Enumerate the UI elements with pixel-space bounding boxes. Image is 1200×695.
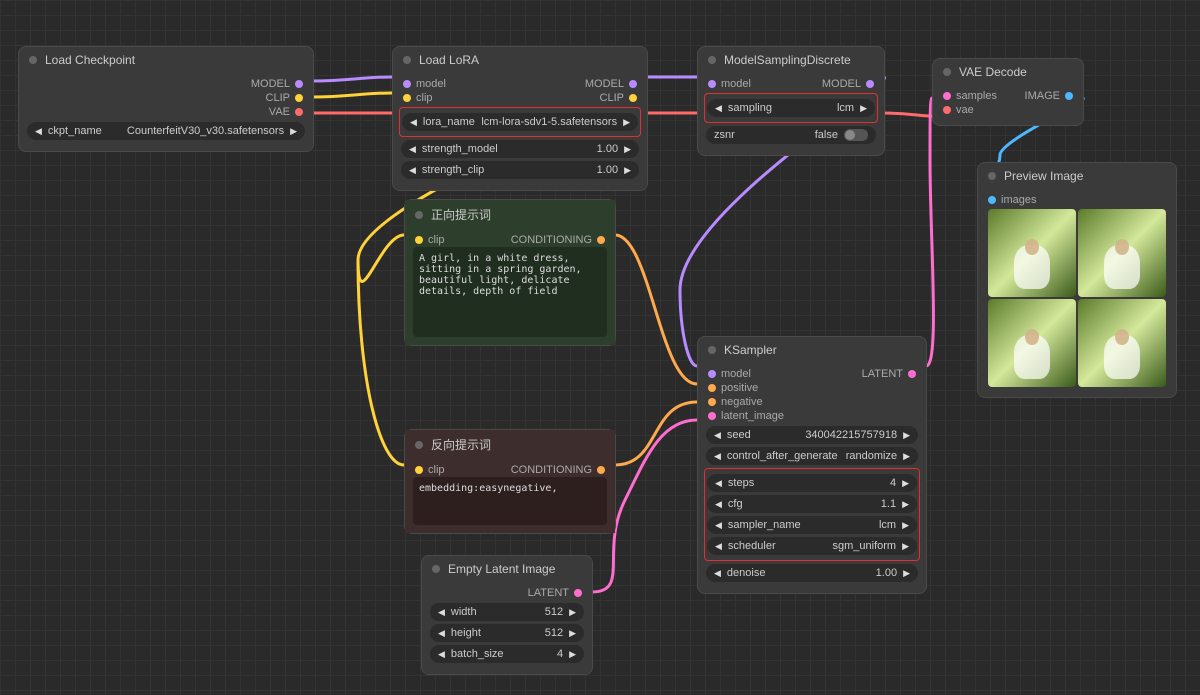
node-empty-latent[interactable]: Empty Latent Image LATENT ◀width512▶ ◀he… (421, 555, 593, 675)
node-header[interactable]: 反向提示词 (405, 430, 615, 459)
scheduler-widget[interactable]: ◀schedulersgm_uniform▶ (707, 537, 917, 555)
strength-model-widget[interactable]: ◀strength_model1.00▶ (401, 140, 639, 158)
port-conditioning-out[interactable] (597, 466, 605, 474)
sampling-widget[interactable]: ◀samplinglcm▶ (707, 99, 875, 117)
height-widget[interactable]: ◀height512▶ (430, 624, 584, 642)
zsnr-widget[interactable]: zsnrfalse (706, 126, 876, 144)
node-preview-image[interactable]: Preview Image images (977, 162, 1177, 398)
port-image-out[interactable] (1065, 92, 1073, 100)
arrow-right-icon[interactable]: ▶ (290, 126, 297, 137)
port-vae-in[interactable] (943, 106, 951, 114)
sampler-widget[interactable]: ◀sampler_namelcm▶ (707, 516, 917, 534)
node-header[interactable]: Load LoRA (393, 47, 647, 73)
collapse-icon[interactable] (708, 346, 716, 354)
port-model-out[interactable] (629, 80, 637, 88)
batch-widget[interactable]: ◀batch_size4▶ (430, 645, 584, 663)
node-model-sampling[interactable]: ModelSamplingDiscrete modelMODEL ◀sampli… (697, 46, 885, 156)
collapse-icon[interactable] (708, 56, 716, 64)
node-title: Load Checkpoint (45, 53, 135, 67)
node-header[interactable]: 正向提示词 (405, 200, 615, 229)
node-load-checkpoint[interactable]: Load Checkpoint MODEL CLIP VAE ◀ckpt_nam… (18, 46, 314, 152)
preview-grid (986, 207, 1168, 389)
lora-name-widget[interactable]: ◀lora_namelcm-lora-sdv1-5.safetensors▶ (402, 113, 638, 131)
prompt-textarea[interactable]: A girl, in a white dress, sitting in a s… (413, 247, 607, 337)
highlight-sampling: ◀samplinglcm▶ (704, 93, 878, 123)
control-widget[interactable]: ◀control_after_generaterandomize▶ (706, 447, 918, 465)
port-latent-out[interactable] (908, 370, 916, 378)
prompt-textarea[interactable]: embedding:easynegative, (413, 477, 607, 525)
arrow-right-icon[interactable]: ▶ (623, 117, 630, 128)
collapse-icon[interactable] (415, 441, 423, 449)
node-header[interactable]: Preview Image (978, 163, 1176, 189)
port-negative-in[interactable] (708, 398, 716, 406)
node-vae-decode[interactable]: VAE Decode samplesIMAGE vae (932, 58, 1084, 126)
port-images-in[interactable] (988, 196, 996, 204)
node-header[interactable]: Load Checkpoint (19, 47, 313, 73)
port-clip-in[interactable] (415, 466, 423, 474)
arrow-left-icon[interactable]: ◀ (35, 126, 42, 137)
preview-thumbnail[interactable] (1078, 299, 1166, 387)
port-model-out[interactable] (295, 80, 303, 88)
node-header[interactable]: Empty Latent Image (422, 556, 592, 582)
toggle-icon[interactable] (844, 129, 868, 141)
collapse-icon[interactable] (432, 565, 440, 573)
node-header[interactable]: ModelSamplingDiscrete (698, 47, 884, 73)
node-title: Preview Image (1004, 169, 1083, 183)
out-model: MODEL (251, 78, 290, 90)
ckpt-name-widget[interactable]: ◀ckpt_nameCounterfeitV30_v30.safetensors… (27, 122, 305, 140)
port-positive-in[interactable] (708, 384, 716, 392)
port-latent-out[interactable] (574, 589, 582, 597)
highlight-ksampler-params: ◀steps4▶ ◀cfg1.1▶ ◀sampler_namelcm▶ ◀sch… (704, 468, 920, 561)
cfg-widget[interactable]: ◀cfg1.1▶ (707, 495, 917, 513)
strength-clip-widget[interactable]: ◀strength_clip1.00▶ (401, 161, 639, 179)
node-title: ModelSamplingDiscrete (724, 53, 851, 67)
collapse-icon[interactable] (988, 172, 996, 180)
node-title: VAE Decode (959, 65, 1027, 79)
seed-widget[interactable]: ◀seed340042215757918▶ (706, 426, 918, 444)
preview-thumbnail[interactable] (988, 299, 1076, 387)
node-title: Empty Latent Image (448, 562, 555, 576)
highlight-lora-name: ◀lora_namelcm-lora-sdv1-5.safetensors▶ (399, 107, 641, 137)
port-model-in[interactable] (403, 80, 411, 88)
port-latent-in[interactable] (708, 412, 716, 420)
port-model-out[interactable] (866, 80, 874, 88)
collapse-icon[interactable] (403, 56, 411, 64)
collapse-icon[interactable] (943, 68, 951, 76)
port-model-in[interactable] (708, 80, 716, 88)
preview-thumbnail[interactable] (1078, 209, 1166, 297)
preview-thumbnail[interactable] (988, 209, 1076, 297)
collapse-icon[interactable] (415, 211, 423, 219)
port-clip-out[interactable] (629, 94, 637, 102)
out-clip: CLIP (266, 92, 290, 104)
node-positive-prompt[interactable]: 正向提示词 clipCONDITIONING A girl, in a whit… (404, 199, 616, 346)
width-widget[interactable]: ◀width512▶ (430, 603, 584, 621)
steps-widget[interactable]: ◀steps4▶ (707, 474, 917, 492)
port-clip-in[interactable] (403, 94, 411, 102)
node-ksampler[interactable]: KSampler modelLATENT positive negative l… (697, 336, 927, 594)
node-title: Load LoRA (419, 53, 479, 67)
arrow-left-icon[interactable]: ◀ (410, 117, 417, 128)
node-header[interactable]: KSampler (698, 337, 926, 363)
out-vae: VAE (269, 106, 290, 118)
collapse-icon[interactable] (29, 56, 37, 64)
port-samples-in[interactable] (943, 92, 951, 100)
port-clip-in[interactable] (415, 236, 423, 244)
node-header[interactable]: VAE Decode (933, 59, 1083, 85)
node-title: KSampler (724, 343, 777, 357)
port-conditioning-out[interactable] (597, 236, 605, 244)
port-clip-out[interactable] (295, 94, 303, 102)
denoise-widget[interactable]: ◀denoise1.00▶ (706, 564, 918, 582)
node-title: 正向提示词 (431, 206, 491, 223)
port-model-in[interactable] (708, 370, 716, 378)
port-vae-out[interactable] (295, 108, 303, 116)
node-load-lora[interactable]: Load LoRA modelMODEL clipCLIP ◀lora_name… (392, 46, 648, 191)
node-negative-prompt[interactable]: 反向提示词 clipCONDITIONING embedding:easyneg… (404, 429, 616, 534)
node-title: 反向提示词 (431, 436, 491, 453)
